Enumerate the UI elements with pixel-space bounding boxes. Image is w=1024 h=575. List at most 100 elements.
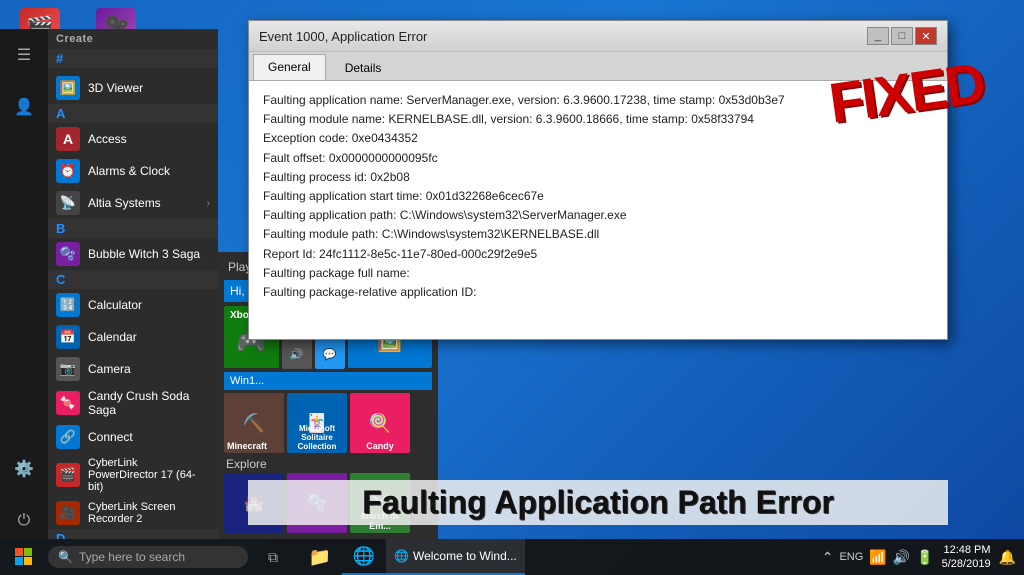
error-line-11: Faulting package-relative application ID… <box>263 283 933 302</box>
app-icon-calendar: 📅 <box>56 325 80 349</box>
error-line-7: Faulting application path: C:\Windows\sy… <box>263 206 933 225</box>
candy-icon: 🍭 <box>369 413 391 434</box>
power-icon[interactable]: ⏻ <box>6 503 42 539</box>
app-item-calendar[interactable]: 📅 Calendar <box>48 321 218 353</box>
faulting-main-title: Faulting Application Path Error <box>248 480 948 525</box>
start-menu-content: Create # 🖼️ 3D Viewer A A Access ⏰ Alarm… <box>48 29 218 539</box>
app-icon-access: A <box>56 127 80 151</box>
search-placeholder-text: Type here to search <box>79 550 185 564</box>
win10-banner: Win1... <box>224 372 432 390</box>
system-clock[interactable]: 12:48 PM 5/28/2019 <box>938 543 995 572</box>
task-edge-label: Welcome to Wind... <box>413 549 517 563</box>
tiles-section-explore: Explore <box>224 457 432 471</box>
app-name-connect: Connect <box>88 430 133 444</box>
edge-icon: 🌐 <box>353 546 375 567</box>
letter-b: B <box>48 219 218 238</box>
user-icon[interactable]: 👤 <box>6 89 42 125</box>
tiles-games-row: Minecraft ⛏️ Microsoft Solitaire Collect… <box>224 393 432 453</box>
tile-candy[interactable]: Candy 🍭 <box>350 393 410 453</box>
chevron-icon: › <box>207 198 210 209</box>
taskbar-task-edge[interactable]: 🌐 Welcome to Wind... <box>386 539 525 575</box>
app-icon-alarms: ⏰ <box>56 159 80 183</box>
app-icon-cyberlink-sr: 🎥 <box>56 501 80 525</box>
language-icon: ENG <box>839 551 863 563</box>
app-icon-calculator: 🔢 <box>56 293 80 317</box>
candy-tile-label: Candy <box>352 441 408 451</box>
pinned-explorer[interactable]: 📁 <box>298 539 342 575</box>
app-icon-altia: 📡 <box>56 191 80 215</box>
minimize-button[interactable]: _ <box>867 27 889 45</box>
app-name-bubblewitch: Bubble Witch 3 Saga <box>88 247 200 261</box>
tile-small-4[interactable]: 💬 <box>315 339 345 369</box>
app-icon-camera: 📷 <box>56 357 80 381</box>
app-name-calendar: Calendar <box>88 330 137 344</box>
app-name-calculator: Calculator <box>88 298 142 312</box>
app-item-candy[interactable]: 🍬 Candy Crush Soda Saga <box>48 385 218 421</box>
app-list: # 🖼️ 3D Viewer A A Access ⏰ Alarms & Clo… <box>48 49 218 539</box>
app-item-connect[interactable]: 🔗 Connect <box>48 421 218 453</box>
app-name-camera: Camera <box>88 362 131 376</box>
error-line-5: Faulting process id: 0x2b08 <box>263 168 933 187</box>
app-name-alarms: Alarms & Clock <box>88 164 170 178</box>
app-icon-3dviewer: 🖼️ <box>56 76 80 100</box>
hamburger-menu-icon[interactable]: ☰ <box>6 37 42 73</box>
minecraft-icon: ⛏️ <box>243 413 265 434</box>
maximize-button[interactable]: □ <box>891 27 913 45</box>
letter-d: D <box>48 529 218 539</box>
solitaire-label: Microsoft Solitaire Collection <box>289 424 345 451</box>
start-menu: ☰ 👤 ⚙️ ⏻ Create # 🖼️ 3D Viewer A A Acces… <box>0 29 218 539</box>
tile-solitaire[interactable]: Microsoft Solitaire Collection 🃏 <box>287 393 347 453</box>
app-name-altia: Altia Systems <box>88 196 161 210</box>
volume-icon[interactable]: 🔊 <box>893 549 910 566</box>
app-item-bubblewitch[interactable]: 🫧 Bubble Witch 3 Saga <box>48 238 218 270</box>
close-button[interactable]: ✕ <box>915 27 937 45</box>
app-icon-connect: 🔗 <box>56 425 80 449</box>
taskbar-right: ⌃ ENG 📶 🔊 🔋 12:48 PM 5/28/2019 🔔 <box>822 543 1024 572</box>
network-icon[interactable]: 📶 <box>869 549 886 566</box>
error-line-3: Exception code: 0xe0434352 <box>263 129 933 148</box>
app-item-camera[interactable]: 📷 Camera <box>48 353 218 385</box>
error-line-8: Faulting module path: C:\Windows\system3… <box>263 225 933 244</box>
tile-small-3[interactable]: 🔊 <box>282 339 312 369</box>
letter-c: C <box>48 270 218 289</box>
settings-icon[interactable]: ⚙️ <box>6 451 42 487</box>
error-line-4: Fault offset: 0x0000000000095fc <box>263 149 933 168</box>
taskbar-task-view: ⧉ <box>256 540 290 574</box>
taskbar-search[interactable]: 🔍 Type here to search <box>48 546 248 568</box>
chevron-up-icon[interactable]: ⌃ <box>822 549 834 566</box>
app-name-candy: Candy Crush Soda Saga <box>88 389 210 417</box>
app-item-3dviewer[interactable]: 🖼️ 3D Viewer <box>48 72 218 104</box>
app-item-cyberlink-pd[interactable]: 🎬 CyberLink PowerDirector 17 (64-bit) <box>48 453 218 497</box>
app-item-calculator[interactable]: 🔢 Calculator <box>48 289 218 321</box>
app-icon-bubblewitch: 🫧 <box>56 242 80 266</box>
pinned-edge[interactable]: 🌐 <box>342 539 386 575</box>
error-line-9: Report Id: 24fc1112-8e5c-11e7-80ed-000c2… <box>263 245 933 264</box>
start-menu-sidebar: ☰ 👤 ⚙️ ⏻ <box>0 29 48 539</box>
app-name-3dviewer: 3D Viewer <box>88 81 143 95</box>
task-view-icon[interactable]: ⧉ <box>256 540 290 574</box>
taskbar-pinned-items: 📁 🌐 🌐 Welcome to Wind... <box>298 539 525 575</box>
app-item-alarms[interactable]: ⏰ Alarms & Clock <box>48 155 218 187</box>
start-button[interactable] <box>0 539 48 575</box>
app-item-cyberlink-sr[interactable]: 🎥 CyberLink Screen Recorder 2 <box>48 497 218 529</box>
app-icon-candy: 🍬 <box>56 391 80 415</box>
notification-center-icon[interactable]: 🔔 <box>999 549 1016 566</box>
error-line-10: Faulting package full name: <box>263 264 933 283</box>
clock-date: 5/28/2019 <box>942 557 991 571</box>
dialog-titlebar: Event 1000, Application Error _ □ ✕ <box>249 21 947 52</box>
clock-time: 12:48 PM <box>943 543 990 557</box>
app-item-altia[interactable]: 📡 Altia Systems › <box>48 187 218 219</box>
desktop: 🎬 PlainCamAdsue... 🎥 PlainCamStudia 10 ☰… <box>0 0 1024 575</box>
dialog-controls: _ □ ✕ <box>867 27 937 45</box>
letter-hash: # <box>48 49 218 68</box>
tab-details[interactable]: Details <box>330 55 397 80</box>
app-item-access[interactable]: A Access <box>48 123 218 155</box>
dialog-title: Event 1000, Application Error <box>259 29 427 44</box>
letter-a: A <box>48 104 218 123</box>
battery-icon: 🔋 <box>916 549 933 566</box>
app-name-access: Access <box>88 132 127 146</box>
task-edge-icon: 🌐 <box>394 549 409 563</box>
tab-general[interactable]: General <box>253 54 326 80</box>
tile-minecraft[interactable]: Minecraft ⛏️ <box>224 393 284 453</box>
windows-logo-icon <box>15 548 33 566</box>
